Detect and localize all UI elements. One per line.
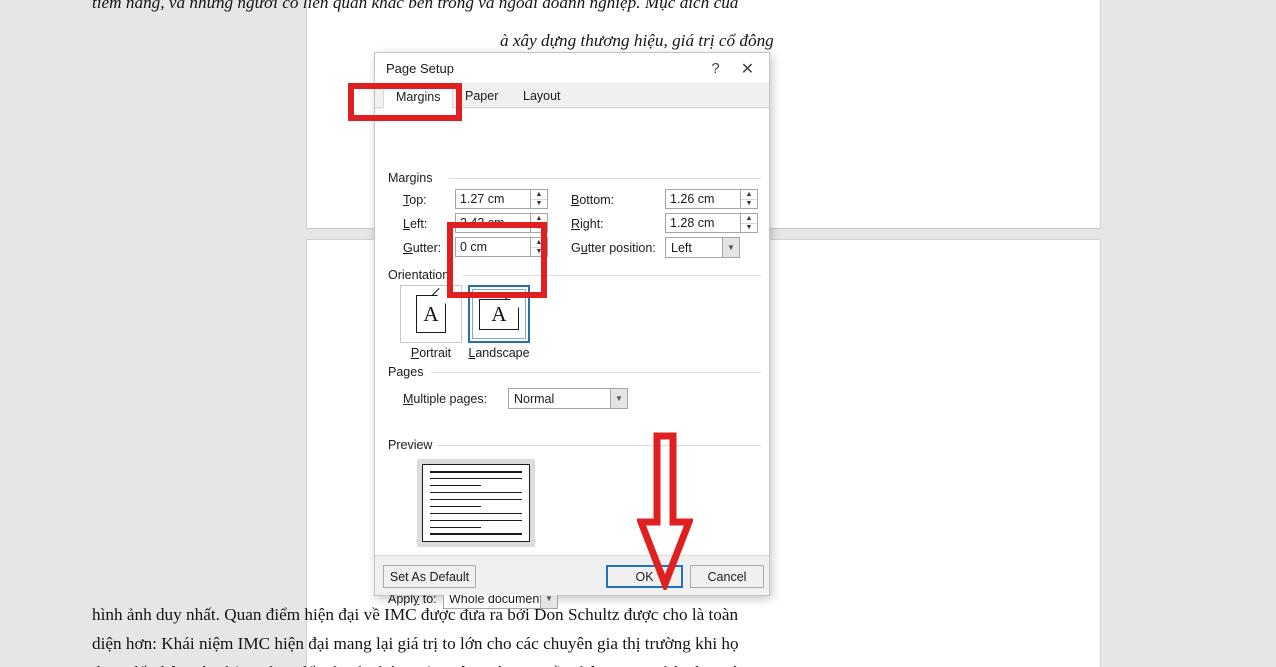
- preview-page: [422, 464, 530, 542]
- preview-line: [430, 498, 522, 501]
- orientation-landscape-option[interactable]: A: [468, 285, 530, 343]
- pages-group-rule: [431, 372, 761, 373]
- top-margin-input[interactable]: 1.27 cm: [455, 189, 531, 209]
- multiple-pages-value: Normal: [514, 392, 555, 406]
- orientation-group-rule: [463, 275, 761, 276]
- preview-line: [430, 491, 522, 494]
- question-mark-icon[interactable]: ?: [700, 53, 731, 84]
- dialog-footer: Set As Default OK Cancel: [375, 555, 769, 595]
- tab-layout-label: Layout: [523, 89, 561, 103]
- margins-group-rule: [449, 178, 761, 179]
- preview-line: [430, 505, 481, 508]
- set-as-default-button[interactable]: Set As Default: [383, 565, 476, 588]
- cancel-label: Cancel: [707, 569, 747, 584]
- preview-line: [430, 471, 522, 473]
- orientation-group-label: Orientation: [388, 268, 456, 282]
- page-setup-dialog: Page Setup ? ✕ Margins Paper Layout Marg…: [374, 52, 770, 609]
- spin-up-icon[interactable]: ▲: [531, 214, 547, 224]
- dialog-title: Page Setup: [386, 61, 454, 76]
- top-margin-label: Top:: [403, 193, 427, 207]
- pages-group-label: Pages: [388, 365, 430, 379]
- spin-down-icon[interactable]: ▼: [531, 200, 547, 209]
- preview-line: [430, 512, 522, 515]
- dialog-tabstrip: Margins Paper Layout: [375, 84, 769, 109]
- preview-group-label: Preview: [388, 438, 439, 452]
- tab-margins-label: Margins: [396, 89, 441, 104]
- preview-line: [430, 526, 481, 528]
- tab-margins[interactable]: Margins: [383, 84, 454, 109]
- preview-line: [430, 533, 522, 535]
- left-margin-label: Left:: [403, 217, 428, 231]
- dialog-titlebar: Page Setup ? ✕: [375, 53, 769, 84]
- portrait-page-icon: A: [416, 287, 446, 333]
- left-margin-input[interactable]: 2.43 cm: [455, 213, 531, 233]
- spin-down-icon[interactable]: ▼: [741, 224, 757, 233]
- page-preview-thumbnail: [417, 459, 535, 547]
- preview-group-rule: [437, 445, 761, 446]
- text-line: đang đối diện với những thay đổi nhanh c…: [92, 658, 748, 667]
- right-margin-spin-buttons[interactable]: ▲ ▼: [741, 213, 758, 233]
- paragraph-top: đo lường và được phối hợp tác động tới k…: [92, 0, 774, 60]
- spin-down-icon[interactable]: ▼: [741, 200, 757, 209]
- gutter-position-label: Gutter position:: [571, 241, 656, 255]
- bottom-margin-label: Bottom:: [571, 193, 615, 207]
- tab-layout[interactable]: Layout: [511, 84, 573, 108]
- chevron-down-icon[interactable]: ▼: [610, 388, 628, 409]
- gutter-input[interactable]: 0 cm: [455, 237, 531, 257]
- tab-paper[interactable]: Paper: [453, 84, 510, 108]
- tab-paper-label: Paper: [465, 89, 499, 103]
- right-margin-label: Right:: [571, 217, 604, 231]
- spin-up-icon[interactable]: ▲: [741, 190, 757, 200]
- spin-up-icon[interactable]: ▲: [741, 214, 757, 224]
- multiple-pages-select[interactable]: Normal ▼: [508, 388, 628, 409]
- cancel-button[interactable]: Cancel: [690, 565, 764, 588]
- screenshot-root: đo lường và được phối hợp tác động tới k…: [0, 0, 1276, 667]
- landscape-page-icon: A: [479, 291, 519, 330]
- ok-label: OK: [635, 569, 654, 584]
- multiple-pages-label: Multiple pages:: [403, 392, 488, 406]
- paragraph-bottom: hình ảnh duy nhất. Quan điểm hiện đại về…: [92, 600, 748, 667]
- orientation-landscape-label: Landscape: [468, 346, 530, 360]
- set-as-default-label: Set As Default: [389, 569, 470, 584]
- bottom-margin-spin-buttons[interactable]: ▲ ▼: [741, 189, 758, 209]
- right-margin-input[interactable]: 1.28 cm: [665, 213, 741, 233]
- bottom-margin-input[interactable]: 1.26 cm: [665, 189, 741, 209]
- gutter-position-select[interactable]: Left ▼: [665, 237, 740, 258]
- preview-line: [430, 519, 522, 522]
- preview-line: [430, 477, 522, 480]
- left-margin-spin-buttons[interactable]: ▲ ▼: [531, 213, 548, 233]
- gutter-spin-buttons[interactable]: ▲ ▼: [531, 237, 548, 257]
- ok-button[interactable]: OK: [606, 565, 683, 588]
- gutter-position-value: Left: [671, 241, 692, 255]
- text-line: tiềm năng, và những người có liên quan k…: [92, 0, 739, 12]
- margins-group-label: Margins: [388, 171, 439, 185]
- top-margin-spin-buttons[interactable]: ▲ ▼: [531, 189, 548, 209]
- dialog-body: Margins Top: 1.27 cm ▲ ▼ Bottom: 1.26 cm …: [375, 109, 769, 609]
- chevron-down-icon[interactable]: ▼: [722, 237, 740, 258]
- spin-up-icon[interactable]: ▲: [531, 190, 547, 200]
- close-icon[interactable]: ✕: [732, 53, 763, 84]
- spin-down-icon[interactable]: ▼: [531, 248, 547, 257]
- preview-line: [430, 484, 481, 487]
- text-line: diện hơn: Khái niệm IMC hiện đại mang lạ…: [92, 634, 739, 653]
- orientation-portrait-option[interactable]: A: [400, 285, 462, 343]
- spin-up-icon[interactable]: ▲: [531, 238, 547, 248]
- gutter-label: Gutter:: [403, 241, 442, 255]
- spin-down-icon[interactable]: ▼: [531, 224, 547, 233]
